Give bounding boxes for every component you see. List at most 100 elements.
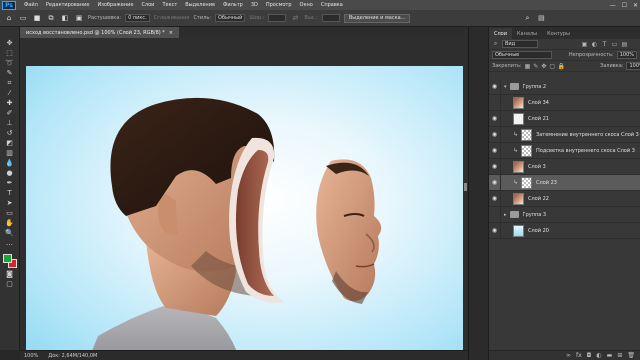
canvas-scroll-handle[interactable] (464, 183, 467, 191)
lock-image-icon[interactable]: ✎ (533, 63, 538, 70)
new-group-icon[interactable]: ▬ (607, 352, 613, 359)
clone-stamp-icon[interactable]: ⊥ (3, 119, 17, 128)
more-tools-icon[interactable]: … (3, 239, 17, 248)
feather-input[interactable]: 0 пикс. (125, 14, 150, 22)
visibility-eye-icon[interactable]: ◉ (489, 110, 501, 127)
filter-shape-icon[interactable]: ▭ (611, 41, 618, 48)
lock-transparent-icon[interactable]: ▦ (525, 63, 531, 70)
minimize-button[interactable]: — (610, 2, 616, 9)
menu-view[interactable]: Просмотр (262, 2, 296, 8)
tab-channels[interactable]: Каналы (512, 28, 542, 39)
document-tab[interactable]: исход восстановлено.psd @ 100% (Слой 23,… (20, 27, 179, 38)
path-select-icon[interactable]: ➤ (3, 199, 17, 208)
delete-layer-icon[interactable]: 🗑 (627, 352, 635, 359)
layer-row[interactable]: ◉ ↳ Затемнение внутреннего скоса Слой 3 (489, 126, 640, 143)
menu-help[interactable]: Справка (317, 2, 347, 8)
document-canvas[interactable] (26, 66, 463, 350)
history-brush-icon[interactable]: ↺ (3, 129, 17, 138)
visibility-eye-icon[interactable]: ◉ (489, 78, 501, 95)
document-info[interactable]: Док: 2,64M/140,0M (48, 353, 97, 359)
hand-tool-icon[interactable]: ✋ (3, 219, 17, 228)
filter-adjustment-icon[interactable]: ◐ (591, 41, 598, 48)
layer-row[interactable]: ◉ Слой 22 (489, 190, 640, 207)
layer-row[interactable]: ◉ Слой 21 (489, 110, 640, 127)
foreground-color-swatch[interactable] (2, 254, 12, 263)
new-selection-icon[interactable]: ■ (32, 13, 42, 23)
crop-tool-icon[interactable]: ⌗ (3, 79, 17, 88)
group-expand-icon[interactable]: ▾ (504, 84, 507, 90)
gradient-tool-icon[interactable]: ▥ (3, 149, 17, 158)
marquee-tool-icon[interactable]: ⬚ (3, 49, 17, 58)
pen-tool-icon[interactable]: ✒ (3, 179, 17, 188)
filter-type-icon[interactable]: T (601, 41, 608, 48)
layer-row[interactable]: ◉ ▸ Группа 3 (489, 206, 640, 223)
type-tool-icon[interactable]: T (3, 189, 17, 198)
width-input[interactable] (268, 14, 287, 22)
eraser-tool-icon[interactable]: ◩ (3, 139, 17, 148)
adjustment-layer-icon[interactable]: ◐ (596, 352, 601, 359)
visibility-eye-icon[interactable]: ◉ (489, 174, 501, 191)
eyedropper-tool-icon[interactable]: ⁄ (3, 89, 17, 98)
lock-position-icon[interactable]: ✥ (541, 63, 546, 70)
menu-file[interactable]: Файл (20, 2, 42, 8)
brush-tool-icon[interactable]: ✐ (3, 109, 17, 118)
menu-select[interactable]: Выделение (181, 2, 219, 8)
search-icon[interactable]: ⌕ (522, 13, 532, 23)
color-swatches[interactable] (2, 253, 18, 269)
zoom-level[interactable]: 100% (24, 353, 38, 359)
smoothing-checkbox[interactable]: Сглаживание (154, 15, 190, 21)
layer-row[interactable]: ◉ Слой 20 (489, 222, 640, 239)
menu-window[interactable]: Окно (296, 2, 317, 8)
home-icon[interactable]: ⌂ (4, 13, 14, 23)
menu-type[interactable]: Текст (158, 2, 181, 8)
group-expand-icon[interactable]: ▸ (504, 212, 507, 218)
quick-select-tool-icon[interactable]: ✎ (3, 69, 17, 78)
maximize-button[interactable]: ☐ (622, 2, 627, 9)
close-tab-icon[interactable]: × (169, 30, 173, 36)
kind-filter-select[interactable]: Вид (502, 40, 538, 48)
lock-all-icon[interactable]: 🔒 (558, 63, 565, 70)
add-selection-icon[interactable]: ⧉ (46, 13, 56, 23)
screen-mode-icon[interactable]: ▢ (3, 280, 17, 289)
zoom-tool-icon[interactable]: 🔍 (3, 229, 17, 238)
lasso-tool-icon[interactable]: ➰ (3, 59, 17, 68)
layer-row[interactable]: ◉ Слой 34 (489, 94, 640, 111)
visibility-eye-icon[interactable]: ◉ (489, 142, 501, 159)
blend-mode-select[interactable]: Обычные (492, 51, 552, 59)
filter-smart-icon[interactable]: ▤ (621, 41, 628, 48)
marquee-preset-icon[interactable]: ▭ (18, 13, 28, 23)
visibility-eye-icon[interactable]: ◉ (489, 126, 501, 143)
visibility-eye-icon[interactable]: ◉ (489, 222, 501, 239)
select-and-mask-button[interactable]: Выделение и маска... (343, 13, 411, 23)
menu-image[interactable]: Изображение (93, 2, 137, 8)
style-select[interactable]: Обычный (214, 14, 246, 22)
link-layers-icon[interactable]: ∞ (566, 352, 571, 359)
quick-mask-icon[interactable]: ◙ (3, 270, 17, 279)
layer-style-icon[interactable]: fx (576, 352, 582, 359)
dodge-tool-icon[interactable]: ● (3, 169, 17, 178)
blur-tool-icon[interactable]: 💧 (3, 159, 17, 168)
menu-filter[interactable]: Фильтр (219, 2, 247, 8)
menu-layers[interactable]: Слои (137, 2, 158, 8)
move-tool-icon[interactable]: ✥ (3, 39, 17, 48)
layer-row[interactable]: ◉ ▾ Группа 2 (489, 78, 640, 95)
height-input[interactable] (321, 14, 340, 22)
filter-pixel-icon[interactable]: ▣ (581, 41, 588, 48)
tab-layers[interactable]: Слои (489, 28, 512, 39)
layer-row-selected[interactable]: ◉ ↳ Слой 23 (489, 174, 640, 191)
workspace-icon[interactable]: ▤ (536, 13, 546, 23)
menu-edit[interactable]: Редактирование (42, 2, 94, 8)
visibility-eye-icon[interactable]: ◉ (489, 206, 501, 223)
menu-3d[interactable]: 3D (247, 2, 262, 8)
new-layer-icon[interactable]: ⊞ (617, 352, 622, 359)
healing-brush-icon[interactable]: ✚ (3, 99, 17, 108)
shape-tool-icon[interactable]: ▭ (3, 209, 17, 218)
intersect-selection-icon[interactable]: ▣ (74, 13, 84, 23)
lock-artboard-icon[interactable]: ▢ (549, 63, 555, 70)
visibility-eye-icon[interactable]: ◉ (489, 190, 501, 207)
tab-paths[interactable]: Контуры (542, 28, 575, 39)
fill-input[interactable]: 100% (626, 62, 640, 70)
canvas-area[interactable] (20, 38, 468, 350)
layer-row[interactable]: ◉ Слой 3 (489, 158, 640, 175)
visibility-eye-icon[interactable]: ◉ (489, 94, 501, 111)
